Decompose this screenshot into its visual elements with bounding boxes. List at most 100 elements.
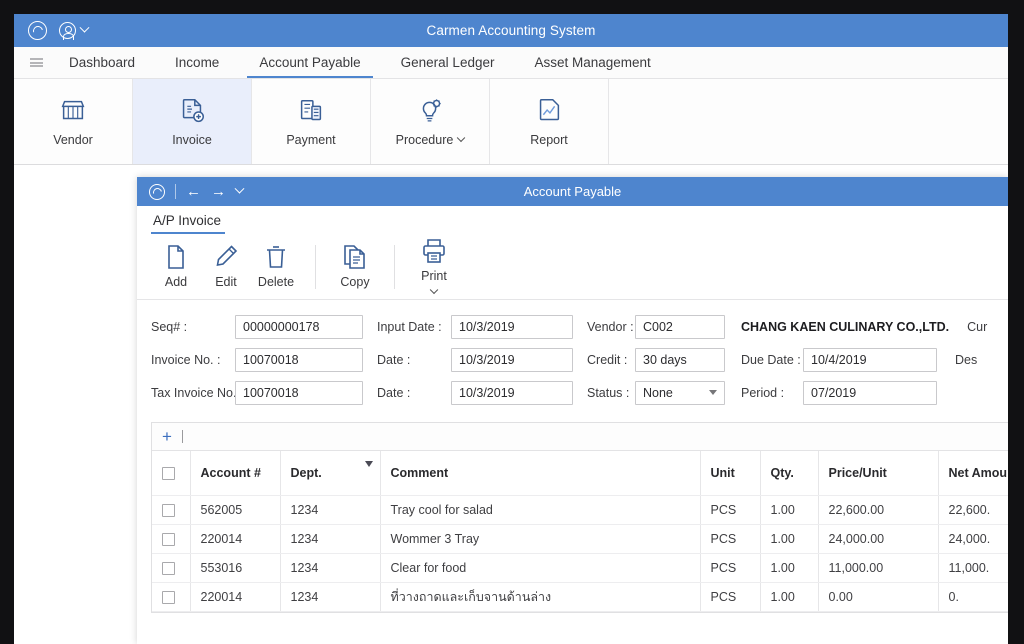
invoice-document-icon bbox=[176, 96, 208, 126]
ribbon-button-procedure[interactable]: Procedure bbox=[371, 79, 490, 164]
document-toolbar: Add Edit Delete Copy Print bbox=[137, 234, 1008, 300]
main-navigation-bar: Dashboard Income Account Payable General… bbox=[14, 47, 1008, 79]
ribbon-button-vendor[interactable]: Vendor bbox=[14, 79, 133, 164]
app-title: Carmen Accounting System bbox=[426, 23, 596, 38]
nav-item-general-ledger[interactable]: General Ledger bbox=[381, 47, 515, 78]
due-date-input[interactable]: 10/4/2019 bbox=[803, 347, 937, 372]
row-checkbox-cell[interactable] bbox=[152, 524, 191, 554]
row-checkbox-cell[interactable] bbox=[152, 553, 191, 583]
seq-input[interactable]: 00000000178 bbox=[235, 314, 363, 339]
column-header-comment[interactable]: Comment bbox=[380, 451, 701, 496]
column-header-dept-label: Dept. bbox=[290, 465, 322, 480]
ribbon-button-invoice[interactable]: Invoice bbox=[133, 79, 252, 164]
row-checkbox-cell[interactable] bbox=[152, 495, 191, 525]
nav-item-account-payable[interactable]: Account Payable bbox=[239, 47, 380, 79]
filter-funnel-icon[interactable] bbox=[364, 461, 373, 467]
vendor-input[interactable]: C002 bbox=[635, 314, 725, 339]
select-all-header[interactable] bbox=[152, 451, 191, 496]
print-button[interactable]: Print bbox=[409, 238, 459, 295]
plus-icon[interactable]: + bbox=[152, 428, 182, 445]
period-label: Period : bbox=[741, 385, 785, 400]
row-checkbox-cell[interactable] bbox=[152, 582, 191, 612]
cell-price: 22,600.00 bbox=[818, 495, 939, 525]
detail-table: Account # Dept. Comment Unit Qty. Price/… bbox=[152, 451, 1008, 612]
cell-price: 0.00 bbox=[818, 582, 939, 612]
nav-item-income[interactable]: Income bbox=[155, 47, 239, 78]
credit-input[interactable]: 30 days bbox=[635, 347, 725, 372]
hamburger-menu-icon[interactable] bbox=[23, 47, 49, 78]
input-date-input[interactable]: 10/3/2019 bbox=[451, 314, 573, 339]
table-header-row: Account # Dept. Comment Unit Qty. Price/… bbox=[152, 451, 1008, 496]
column-header-account[interactable]: Account # bbox=[190, 451, 281, 496]
checkbox-unchecked[interactable] bbox=[162, 561, 175, 575]
arrow-right-icon[interactable]: → bbox=[211, 184, 226, 199]
edit-label: Edit bbox=[215, 275, 237, 289]
copy-pages-icon bbox=[342, 244, 368, 270]
column-header-price[interactable]: Price/Unit bbox=[818, 451, 939, 496]
column-header-dept[interactable]: Dept. bbox=[280, 451, 381, 496]
tax-date-input[interactable]: 10/3/2019 bbox=[451, 380, 573, 405]
cell-net: 0. bbox=[938, 582, 1008, 612]
chevron-down-icon[interactable] bbox=[234, 183, 245, 194]
cell-unit: PCS bbox=[700, 524, 761, 554]
date-label: Date : bbox=[377, 352, 411, 367]
table-row[interactable]: 553016 1234 Clear for food PCS 1.00 11,0… bbox=[152, 553, 1008, 583]
form-row-2: Invoice No. : 10070018 Date : 10/3/2019 … bbox=[151, 343, 1008, 376]
swirl-logo-icon[interactable] bbox=[28, 21, 47, 40]
arrow-left-icon[interactable]: ← bbox=[186, 184, 201, 199]
ribbon-button-payment[interactable]: Payment bbox=[252, 79, 371, 164]
invoice-detail-grid: + Account # Dept. Comment Unit Qty. Pric… bbox=[151, 422, 1008, 613]
column-header-qty[interactable]: Qty. bbox=[760, 451, 819, 496]
period-input[interactable]: 07/2019 bbox=[803, 380, 937, 405]
document-tab-strip: A/P Invoice bbox=[137, 206, 1008, 234]
vendor-label: Vendor : bbox=[587, 319, 634, 334]
ribbon-label-payment: Payment bbox=[286, 133, 336, 147]
cell-account: 220014 bbox=[190, 524, 281, 554]
column-header-net[interactable]: Net Amount bbox=[938, 451, 1008, 496]
nav-item-dashboard[interactable]: Dashboard bbox=[49, 47, 155, 78]
add-button[interactable]: Add bbox=[151, 244, 201, 289]
cell-net: 11,000. bbox=[938, 553, 1008, 583]
vendor-name-text: CHANG KAEN CULINARY CO.,LTD. bbox=[741, 319, 950, 334]
column-header-unit[interactable]: Unit bbox=[700, 451, 761, 496]
seq-label: Seq# : bbox=[151, 319, 188, 334]
cell-comment: ที่วางถาดและเก็บจานด้านล่าง bbox=[380, 582, 701, 612]
table-row[interactable]: 562005 1234 Tray cool for salad PCS 1.00… bbox=[152, 495, 1008, 525]
table-row[interactable]: 220014 1234 ที่วางถาดและเก็บจานด้านล่าง … bbox=[152, 582, 1008, 612]
checkbox-unchecked[interactable] bbox=[162, 532, 175, 546]
ribbon-button-report[interactable]: Report bbox=[490, 79, 609, 164]
date-input[interactable]: 10/3/2019 bbox=[451, 347, 573, 372]
invoice-no-input[interactable]: 10070018 bbox=[235, 347, 363, 372]
credit-label: Credit : bbox=[587, 352, 628, 367]
copy-label: Copy bbox=[340, 275, 370, 289]
checkbox-unchecked[interactable] bbox=[162, 466, 175, 480]
delete-button[interactable]: Delete bbox=[251, 244, 301, 289]
chevron-down-icon[interactable] bbox=[429, 285, 439, 295]
add-label: Add bbox=[164, 275, 188, 289]
swirl-logo-icon[interactable] bbox=[149, 183, 165, 200]
checkbox-unchecked[interactable] bbox=[162, 590, 175, 604]
table-row[interactable]: 220014 1234 Wommer 3 Tray PCS 1.00 24,00… bbox=[152, 524, 1008, 554]
input-date-label: Input Date : bbox=[377, 319, 442, 334]
chevron-down-icon bbox=[79, 22, 90, 33]
cell-qty: 1.00 bbox=[760, 495, 819, 525]
user-account-icon bbox=[59, 22, 76, 40]
status-select[interactable]: None bbox=[635, 380, 725, 405]
cell-net: 22,600. bbox=[938, 495, 1008, 525]
cell-unit: PCS bbox=[700, 495, 761, 525]
tax-invoice-no-label: Tax Invoice No. : bbox=[151, 385, 244, 400]
chevron-down-icon bbox=[457, 133, 466, 143]
ribbon-label-procedure: Procedure bbox=[395, 133, 454, 147]
pencil-icon bbox=[213, 244, 239, 270]
tax-invoice-no-input[interactable]: 10070018 bbox=[235, 380, 363, 405]
edit-button[interactable]: Edit bbox=[201, 244, 251, 289]
copy-button[interactable]: Copy bbox=[330, 244, 380, 289]
nav-item-asset-management[interactable]: Asset Management bbox=[514, 47, 670, 78]
checkbox-unchecked[interactable] bbox=[162, 503, 175, 517]
report-chart-icon bbox=[533, 96, 565, 126]
toolbar-divider bbox=[315, 244, 316, 289]
tab-ap-invoice[interactable]: A/P Invoice bbox=[151, 213, 226, 234]
cell-qty: 1.00 bbox=[760, 582, 819, 612]
user-account-menu[interactable] bbox=[59, 22, 90, 40]
cell-dept: 1234 bbox=[280, 495, 381, 525]
